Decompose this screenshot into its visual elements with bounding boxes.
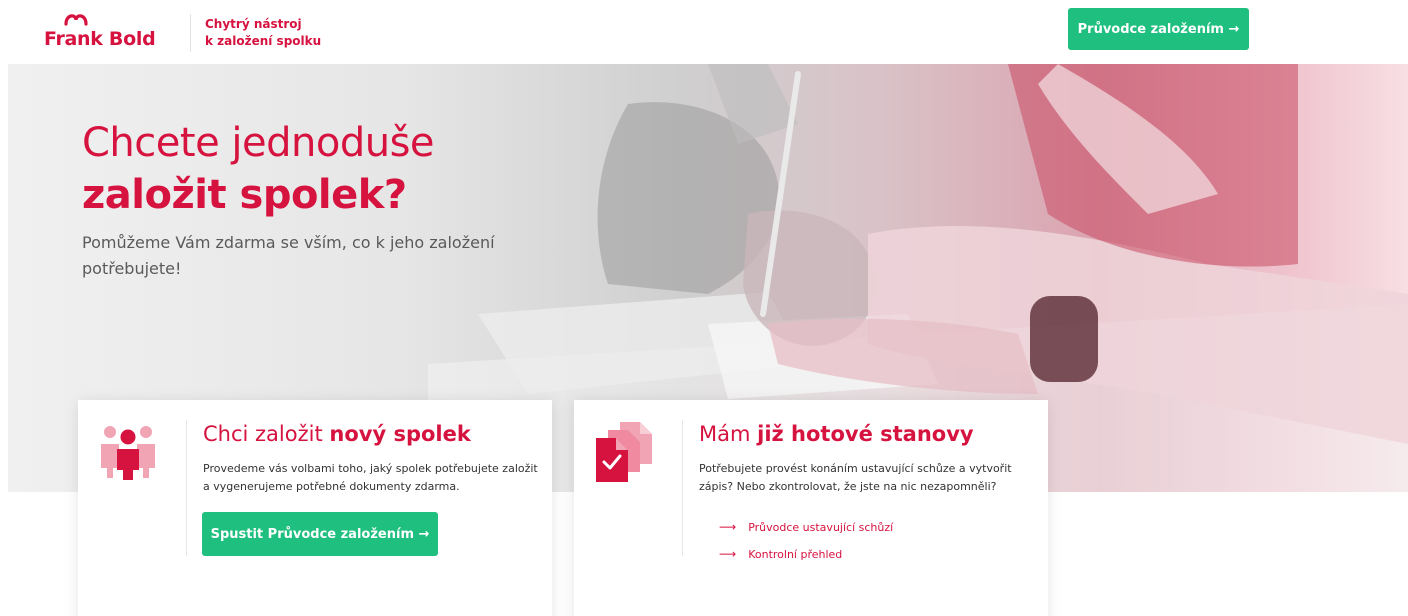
arrow-right-icon: ⟶ [719, 547, 737, 561]
card-title-prefix: Mám [699, 422, 758, 446]
existing-statutes-card: Mám již hotové stanovy Potřebujete prové… [574, 400, 1048, 616]
logo-ribbon-icon [64, 14, 88, 26]
frank-bold-logo[interactable]: Frank Bold [44, 12, 156, 52]
card-description: Provedeme vás volbami toho, jaký spolek … [203, 462, 538, 493]
card-title: Mám již hotové stanovy [699, 422, 974, 446]
founding-meeting-guide-link[interactable]: ⟶ Průvodce ustavující schůzí [719, 520, 893, 534]
hero-title-line-1: Chcete jednoduše [82, 120, 435, 166]
card-divider [682, 420, 683, 556]
card-title-emphasis: nový spolek [329, 422, 471, 446]
checklist-overview-link[interactable]: ⟶ Kontrolní přehled [719, 547, 842, 561]
arrow-right-icon: ⟶ [719, 520, 737, 534]
card-title: Chci založit nový spolek [203, 422, 471, 446]
document-check-icon [596, 422, 652, 482]
card-description: Potřebujete provést konáním ustavující s… [699, 462, 1012, 493]
start-guide-button[interactable]: Spustit Průvodce založením → [202, 512, 438, 556]
tagline-line-2: k založení spolku [205, 34, 322, 48]
card-title-emphasis: již hotové stanovy [757, 422, 974, 446]
hero-title-line-2: založit spolek? [82, 172, 407, 218]
header-divider [190, 14, 191, 52]
tagline-line-1: Chytrý nástroj [205, 17, 302, 31]
new-association-card: Chci založit nový spolek Provedeme vás v… [78, 400, 552, 616]
card-title-prefix: Chci založit [203, 422, 330, 446]
people-group-icon [101, 426, 155, 480]
card-divider [186, 420, 187, 556]
tagline: Chytrý nástroj k založení spolku [205, 16, 321, 50]
logo-wordmark: Frank Bold [44, 28, 156, 50]
site-header: Frank Bold Chytrý nástroj k založení spo… [0, 0, 1408, 64]
link-label: Průvodce ustavující schůzí [748, 520, 894, 534]
hero-subtitle: Pomůžeme Vám zdarma se vším, co k jeho z… [82, 233, 495, 278]
link-label: Kontrolní přehled [748, 547, 843, 561]
header-guide-button[interactable]: Průvodce založením → [1068, 8, 1249, 50]
